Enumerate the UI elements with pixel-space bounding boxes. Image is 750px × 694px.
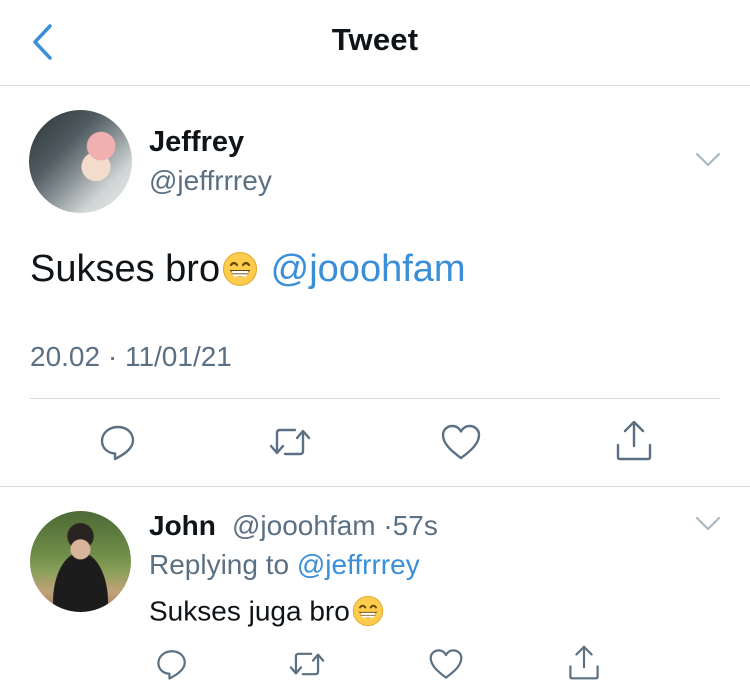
heart-icon [429, 649, 463, 679]
avatar[interactable] [29, 110, 132, 213]
reply-meta: @jooohfam ·57s [232, 510, 438, 542]
retweet-button[interactable] [266, 420, 314, 464]
tweet-detail-screen: Tweet Jeffrey @jeffrrrey Sukses bro @joo… [0, 0, 750, 694]
divider [0, 486, 750, 487]
reply-icon [157, 650, 186, 680]
reply-icon [100, 425, 135, 461]
author-handle[interactable]: @jeffrrrey [149, 165, 272, 197]
reply-text: Sukses juga bro [149, 595, 386, 631]
page-title: Tweet [331, 22, 419, 57]
mention-link[interactable]: @jooohfam [271, 248, 466, 290]
retweet-button[interactable] [286, 644, 328, 684]
replying-to-handle[interactable]: @jeffrrrey [297, 549, 420, 580]
reply-button[interactable] [96, 420, 140, 464]
reply-age: 57s [392, 510, 438, 541]
chevron-down-icon[interactable] [694, 514, 722, 534]
share-button[interactable] [564, 642, 604, 684]
tweet-timestamp[interactable]: 20.02 · 11/01/21 [30, 341, 232, 373]
divider [30, 398, 720, 399]
tweet-text: Sukses bro @jooohfam [30, 248, 466, 291]
grinning-face-with-smiling-eyes-icon [352, 595, 383, 627]
reply-avatar[interactable] [30, 511, 131, 612]
like-button[interactable] [438, 420, 484, 464]
chevron-down-icon[interactable] [694, 150, 722, 170]
retweet-icon [289, 652, 325, 676]
replying-to: Replying to @jeffrrrey [149, 549, 420, 581]
top-nav-bar: Tweet [0, 0, 750, 86]
share-icon [569, 645, 599, 680]
grinning-face-with-smiling-eyes-icon [223, 251, 258, 286]
reply-button[interactable] [152, 644, 192, 684]
meta-separator: · [383, 510, 393, 541]
replying-to-label: Replying to [149, 549, 290, 580]
retweet-icon [269, 428, 311, 456]
share-button[interactable] [612, 418, 656, 464]
reply-author-name[interactable]: John [149, 510, 216, 542]
reply-body: Sukses juga bro [149, 595, 350, 627]
heart-icon [441, 424, 481, 460]
author-name[interactable]: Jeffrey [149, 126, 244, 159]
reply-author-handle[interactable]: @jooohfam [232, 510, 376, 541]
tweet-body: Sukses bro [30, 248, 221, 290]
share-icon [616, 420, 652, 461]
like-button[interactable] [426, 644, 466, 684]
